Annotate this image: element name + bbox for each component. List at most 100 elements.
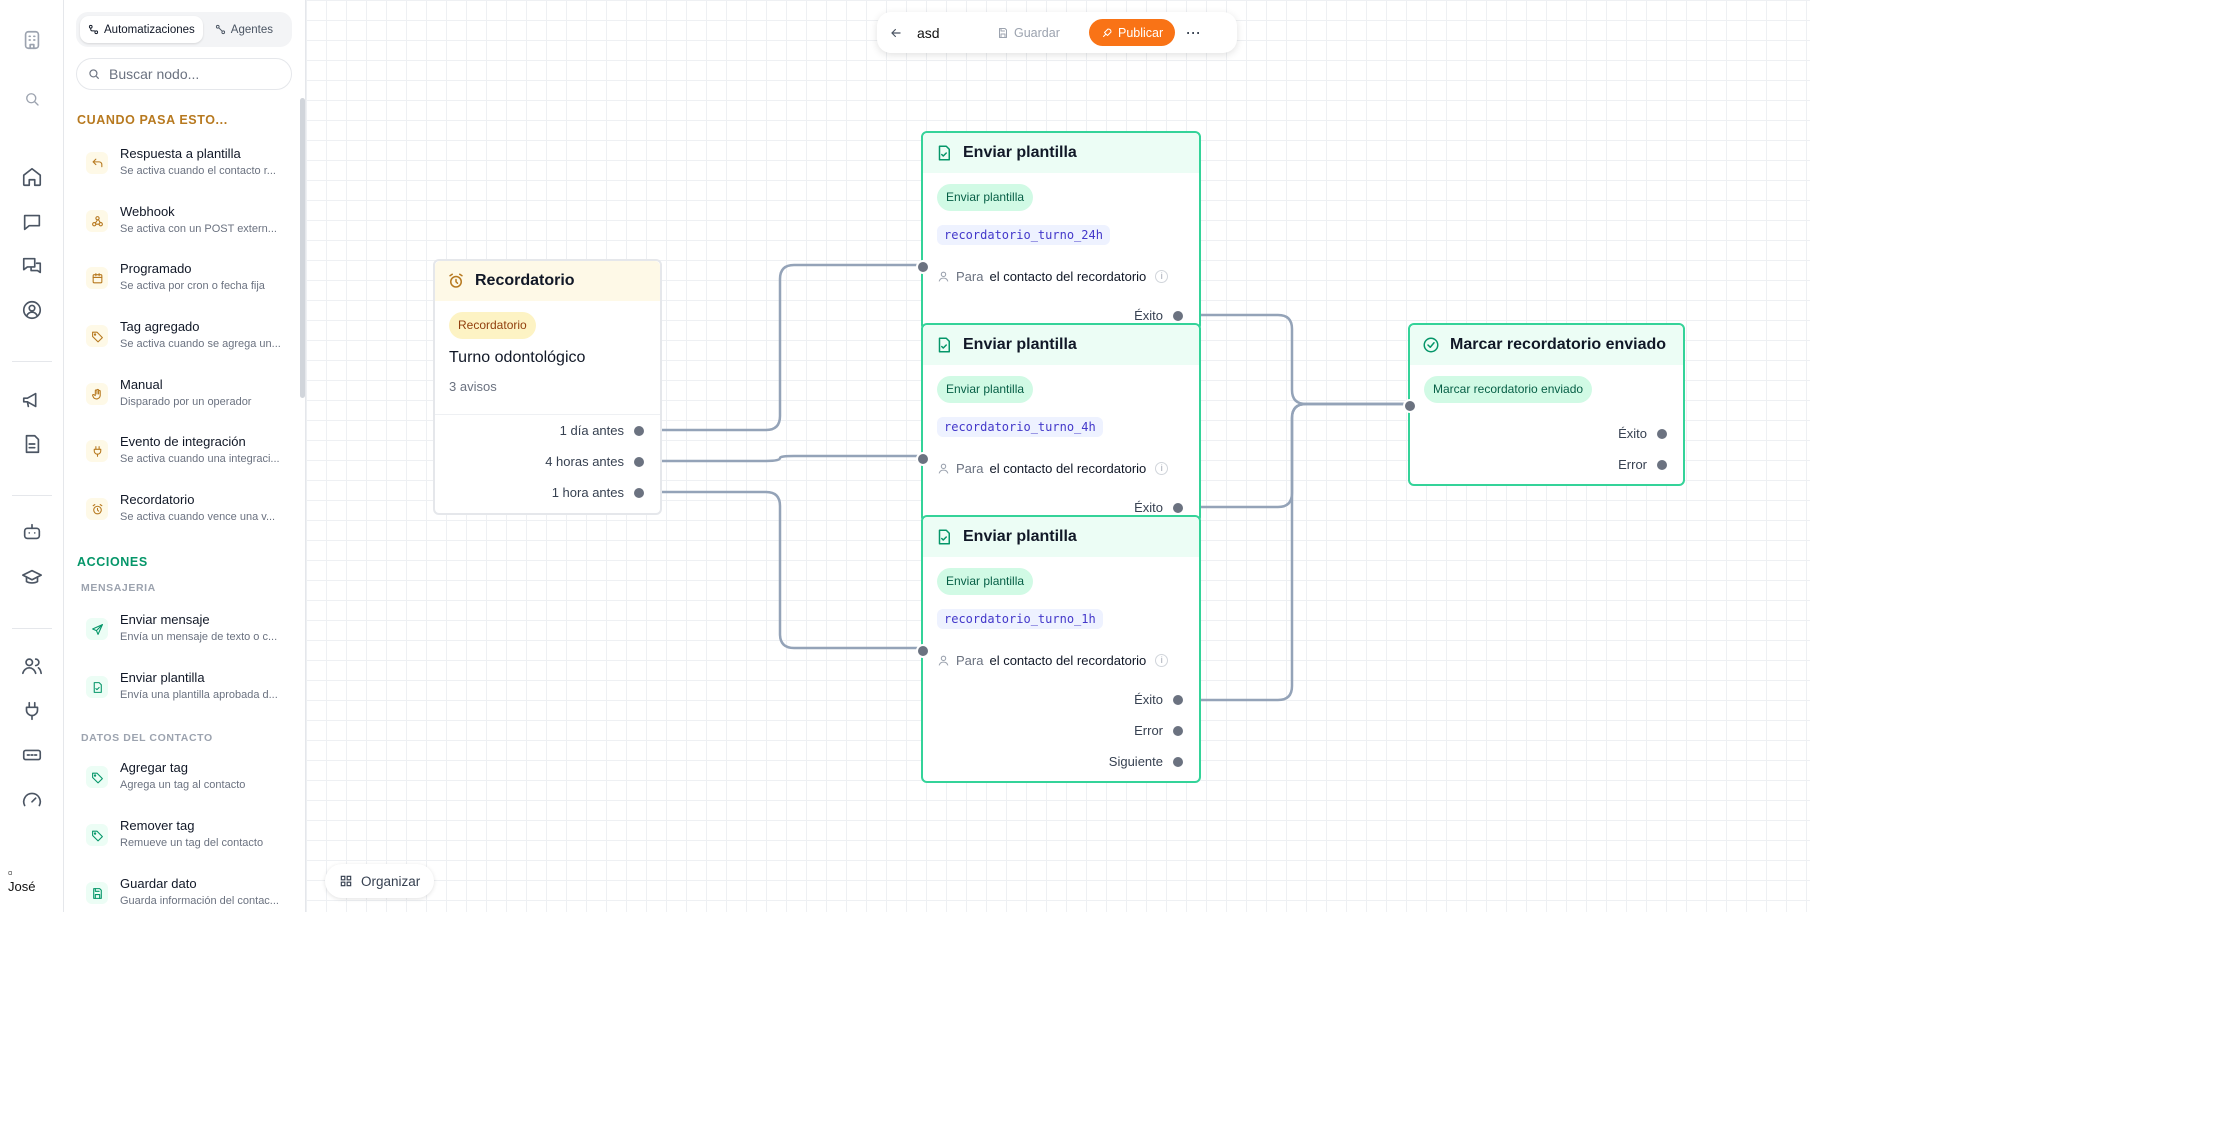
port-handle[interactable] — [1173, 310, 1183, 321]
port-siguiente[interactable]: Siguiente — [1109, 754, 1183, 769]
input-handle[interactable] — [916, 260, 930, 274]
recipient-prefix: Para — [956, 653, 984, 668]
info-icon[interactable]: i — [1155, 462, 1169, 475]
avatar-name: José — [8, 879, 36, 895]
tags-icon — [86, 766, 108, 788]
flow-name[interactable]: asd — [917, 25, 987, 41]
node-badge-label: Recordatorio — [449, 312, 536, 339]
port-error[interactable]: Error — [1618, 457, 1667, 472]
palette-item-title: Respuesta a plantilla — [120, 146, 241, 161]
port-handle[interactable] — [1173, 502, 1183, 513]
port-handle[interactable] — [1173, 694, 1183, 705]
palette-item-manual[interactable]: Manual Disparado por un operador — [78, 373, 288, 423]
palette-item-desc: Envía un mensaje de texto o c... — [120, 631, 278, 643]
port-handle[interactable] — [1657, 428, 1667, 439]
recipient-prefix: Para — [956, 461, 984, 476]
palette-item-respuesta-plantilla[interactable]: Respuesta a plantilla Se activa cuando e… — [78, 142, 288, 192]
plug-icon[interactable] — [18, 697, 46, 725]
palette-item-tag-agregado[interactable]: Tag agregado Se activa cuando se agrega … — [78, 315, 288, 365]
port-label: Error — [1134, 723, 1163, 738]
palette-item-desc: Se activa cuando se agrega un... — [120, 338, 281, 350]
port-exito[interactable]: Éxito — [1134, 308, 1183, 323]
palette-item-guardar-dato[interactable]: Guardar dato Guarda información del cont… — [78, 872, 288, 912]
input-handle[interactable] — [916, 452, 930, 466]
building-icon[interactable] — [18, 26, 46, 54]
home-icon[interactable] — [18, 163, 46, 191]
conversations-icon[interactable] — [18, 252, 46, 280]
automation-editor: ▫José Automatizaciones Agentes CUANDO PA… — [0, 0, 2235, 1132]
port-1-dia-antes[interactable]: 1 día antes — [560, 423, 644, 438]
tab-automations-label: Automatizaciones — [104, 23, 195, 36]
recipient-row: Para el contacto del recordatorio i — [937, 269, 1169, 284]
save-button[interactable]: Guardar — [997, 26, 1079, 40]
palette-scrollbar[interactable] — [300, 98, 305, 398]
port-handle[interactable] — [634, 456, 644, 467]
recipient-prefix: Para — [956, 269, 984, 284]
workflow-icon — [88, 24, 99, 35]
search-icon[interactable] — [18, 85, 46, 113]
organize-button[interactable]: Organizar — [325, 864, 435, 898]
palette-item-enviar-mensaje[interactable]: Enviar mensaje Envía un mensaje de texto… — [78, 608, 288, 658]
port-exito[interactable]: Éxito — [1618, 426, 1667, 441]
user-circle-icon[interactable] — [18, 296, 46, 324]
reminder-count: 3 avisos — [449, 379, 497, 394]
port-1-hora-antes[interactable]: 1 hora antes — [552, 485, 644, 500]
save-label: Guardar — [1014, 25, 1060, 40]
node-enviar-plantilla-4h[interactable]: Enviar plantilla Enviar plantilla record… — [916, 323, 1201, 523]
palette-item-enviar-plantilla[interactable]: Enviar plantilla Envía una plantilla apr… — [78, 666, 288, 716]
input-handle[interactable] — [1403, 399, 1417, 413]
palette-item-evento-integracion[interactable]: Evento de integración Se activa cuando u… — [78, 430, 288, 480]
tab-agents[interactable]: Agentes — [207, 16, 281, 43]
users-icon[interactable] — [18, 652, 46, 680]
bot-icon[interactable] — [18, 518, 46, 546]
node-search-input[interactable] — [109, 66, 279, 82]
recipient-row: Para el contacto del recordatorio i — [937, 461, 1169, 476]
port-error[interactable]: Error — [1134, 723, 1183, 738]
reminder-name: Turno odontológico — [449, 349, 586, 366]
megaphone-icon[interactable] — [18, 386, 46, 414]
port-exito[interactable]: Éxito — [1134, 692, 1183, 707]
user-icon — [938, 463, 949, 474]
node-palette: Automatizaciones Agentes CUANDO PASA EST… — [64, 0, 306, 912]
palette-item-agregar-tag[interactable]: Agregar tag Agrega un tag al contacto — [78, 756, 288, 806]
palette-item-recordatorio[interactable]: Recordatorio Se activa cuando vence una … — [78, 488, 288, 538]
more-options-button[interactable]: ··· — [1185, 22, 1201, 43]
input-handle[interactable] — [916, 644, 930, 658]
back-arrow-icon[interactable] — [889, 26, 903, 40]
palette-tabs: Automatizaciones Agentes — [76, 12, 292, 47]
keyboard-icon[interactable] — [18, 741, 46, 769]
port-handle[interactable] — [1173, 756, 1183, 767]
node-title: Enviar plantilla — [963, 144, 1077, 161]
palette-item-webhook[interactable]: Webhook Se activa con un POST extern... — [78, 200, 288, 250]
node-header: Recordatorio — [435, 261, 660, 301]
palette-item-remover-tag[interactable]: Remover tag Remueve un tag del contacto — [78, 814, 288, 864]
node-enviar-plantilla-24h[interactable]: Enviar plantilla Enviar plantilla record… — [916, 131, 1201, 331]
node-marcar-recordatorio-enviado[interactable]: Marcar recordatorio enviado Marcar recor… — [1403, 323, 1685, 486]
recipient-row: Para el contacto del recordatorio i — [937, 653, 1169, 668]
node-recordatorio[interactable]: Recordatorio Recordatorio Turno odontoló… — [433, 259, 662, 515]
port-handle[interactable] — [1657, 459, 1667, 470]
port-handle[interactable] — [634, 487, 644, 498]
port-exito[interactable]: Éxito — [1134, 500, 1183, 515]
palette-item-desc: Se activa cuando una integraci... — [120, 453, 280, 465]
graduation-cap-icon[interactable] — [18, 563, 46, 591]
node-badge: Enviar plantilla — [937, 376, 1034, 403]
info-icon[interactable]: i — [1155, 654, 1169, 667]
port-handle[interactable] — [1173, 725, 1183, 736]
node-title: Recordatorio — [475, 272, 575, 289]
template-code: recordatorio_turno_4h — [937, 417, 1103, 437]
chat-icon[interactable] — [18, 208, 46, 236]
wire-1dia-to-t1 — [661, 263, 921, 432]
file-check-icon — [938, 529, 950, 545]
port-handle[interactable] — [634, 425, 644, 436]
flow-canvas[interactable]: Recordatorio Recordatorio Turno odontoló… — [306, 0, 1810, 912]
gauge-icon[interactable] — [18, 786, 46, 814]
tab-automations[interactable]: Automatizaciones — [80, 16, 203, 43]
port-4-horas-antes[interactable]: 4 horas antes — [545, 454, 644, 469]
node-enviar-plantilla-1h[interactable]: Enviar plantilla Enviar plantilla record… — [916, 515, 1201, 783]
palette-item-programado[interactable]: Programado Se activa por cron o fecha fi… — [78, 257, 288, 307]
info-icon[interactable]: i — [1155, 270, 1169, 283]
publish-button[interactable]: Publicar — [1089, 19, 1176, 46]
document-icon[interactable] — [18, 430, 46, 458]
avatar[interactable]: ▫ José — [8, 865, 56, 906]
